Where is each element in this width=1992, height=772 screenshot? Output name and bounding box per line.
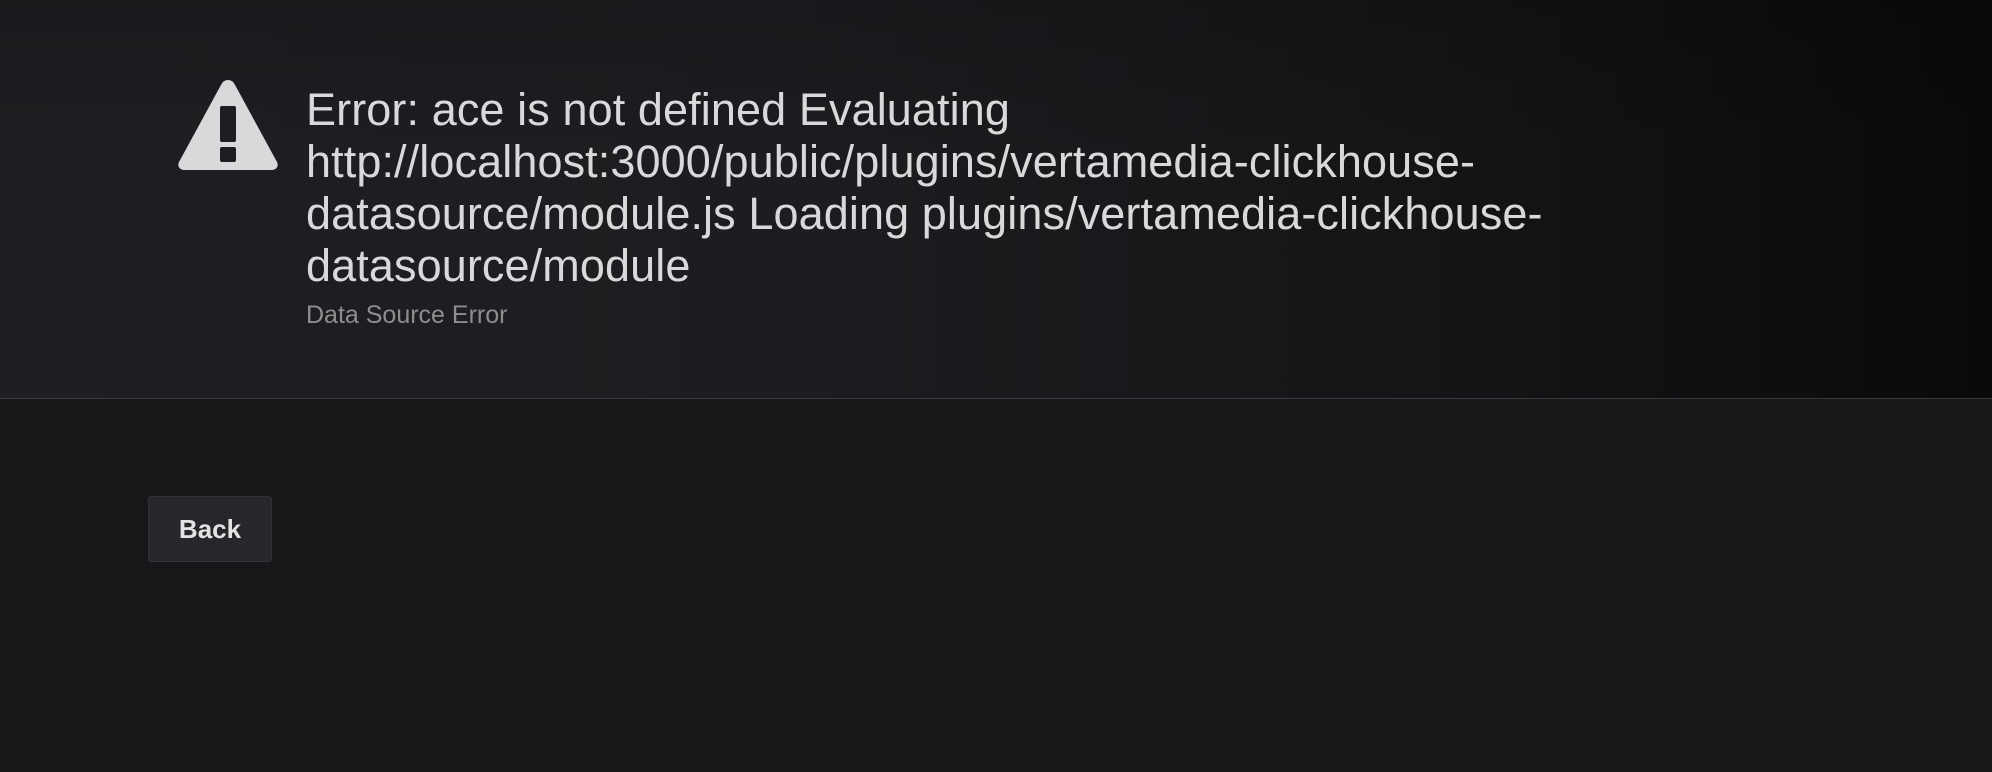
error-header: Error: ace is not defined Evaluating htt… [0,0,1992,399]
error-subtitle: Data Source Error [306,301,508,329]
error-text-block: Error: ace is not defined Evaluating htt… [306,84,1706,330]
error-page: Error: ace is not defined Evaluating htt… [0,0,1992,772]
error-title: Error: ace is not defined Evaluating htt… [306,84,1543,291]
warning-triangle-icon [176,76,280,172]
back-button[interactable]: Back [148,496,272,562]
